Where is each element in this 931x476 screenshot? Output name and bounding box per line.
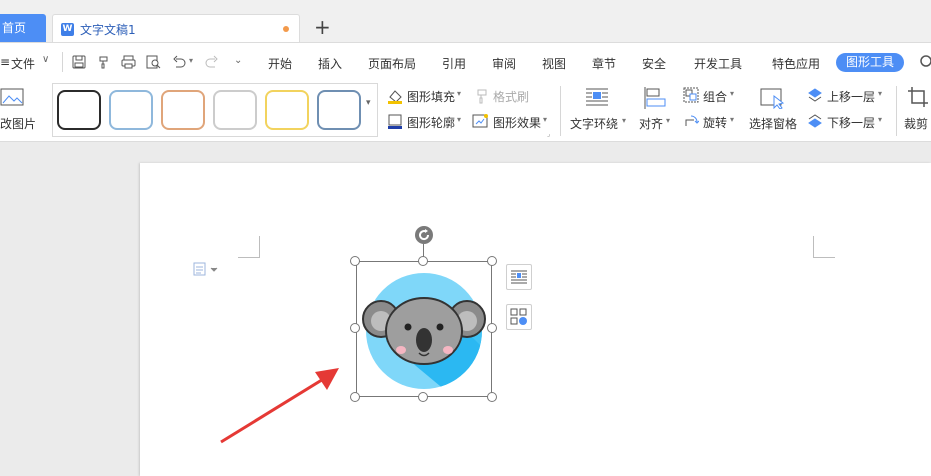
menu-view[interactable]: 视图: [542, 55, 566, 72]
red-arrow-annotation: [220, 368, 339, 444]
text-wrap-icon[interactable]: [585, 86, 609, 108]
divider: [62, 52, 63, 72]
tab-bar: 首页 W 文字文稿1 +: [0, 0, 931, 42]
shape-outline-dropdown-icon[interactable]: ▾: [457, 115, 461, 124]
shape-style-1[interactable]: [57, 90, 101, 130]
wps-writer-icon: W: [61, 23, 74, 36]
text-wrap-icon: [511, 270, 527, 284]
shape-effect-icon[interactable]: [472, 113, 490, 129]
resize-handle-top-right[interactable]: [487, 256, 497, 266]
align-icon[interactable]: [643, 86, 667, 110]
margin-corner-top-left: [238, 236, 260, 258]
save-icon[interactable]: [72, 55, 86, 69]
resize-handle-left[interactable]: [350, 323, 360, 333]
tab-document[interactable]: W 文字文稿1: [52, 14, 300, 42]
selection-frame[interactable]: [356, 261, 492, 397]
resize-handle-bottom-right[interactable]: [487, 392, 497, 402]
new-tab-button[interactable]: +: [314, 16, 331, 38]
rotate-button[interactable]: 旋转: [703, 114, 727, 131]
resize-handle-right[interactable]: [487, 323, 497, 333]
menu-insert[interactable]: 插入: [318, 55, 342, 72]
rotate-icon[interactable]: [683, 113, 699, 129]
menu-developer-tools[interactable]: 开发工具: [694, 55, 742, 72]
margin-corner-top-right: [813, 236, 835, 258]
text-wrap-button[interactable]: 文字环绕: [570, 115, 618, 132]
change-picture-icon[interactable]: [0, 86, 26, 108]
print-icon[interactable]: [121, 55, 136, 69]
shape-effect-button[interactable]: 图形效果: [493, 114, 541, 131]
menu-page-layout[interactable]: 页面布局: [368, 55, 416, 72]
group-dropdown-icon[interactable]: ▾: [730, 89, 734, 98]
menu-shape-tools[interactable]: 图形工具: [836, 53, 904, 72]
shape-style-gallery: [52, 83, 378, 137]
send-backward-button[interactable]: 下移一层: [827, 114, 875, 131]
bring-forward-button[interactable]: 上移一层: [827, 88, 875, 105]
print-preview-icon[interactable]: [146, 55, 161, 69]
align-dropdown-icon[interactable]: ▾: [666, 116, 670, 125]
crop-button[interactable]: 裁剪: [904, 115, 928, 132]
file-menu[interactable]: 文件: [11, 55, 35, 72]
align-button[interactable]: 对齐: [639, 115, 663, 132]
bring-forward-icon[interactable]: [807, 87, 823, 103]
customize-toolbar-icon[interactable]: ⌄: [234, 55, 242, 66]
gallery-expand-icon[interactable]: ▾: [366, 98, 371, 108]
more-options-button[interactable]: [506, 304, 532, 330]
menu-special-apps[interactable]: 特色应用: [772, 55, 820, 72]
shape-outline-icon[interactable]: [387, 113, 403, 129]
image-tools-icon: [510, 308, 527, 325]
bring-forward-dropdown-icon[interactable]: ▾: [878, 89, 882, 98]
redo-icon[interactable]: [205, 55, 219, 69]
resize-handle-bottom-left[interactable]: [350, 392, 360, 402]
resize-handle-bottom[interactable]: [418, 392, 428, 402]
tab-home[interactable]: 首页: [0, 14, 46, 42]
shape-effect-dropdown-icon[interactable]: ▾: [543, 115, 547, 124]
menu-security[interactable]: 安全: [642, 55, 666, 72]
selection-pane-icon[interactable]: [760, 87, 786, 109]
ribbon-toolbar: 改图片 ▾ 图形填充 ▾ 格式刷 图形轮廓 ▾ 图形效果 ▾ ⌟ 文字环绕 ▾ …: [0, 80, 931, 142]
change-picture-button[interactable]: 改图片: [0, 115, 36, 132]
paragraph-layout-icon[interactable]: [193, 262, 219, 276]
unsaved-dot-icon: [283, 26, 289, 32]
rotate-handle-icon[interactable]: [414, 225, 434, 245]
shape-fill-icon[interactable]: [387, 88, 403, 104]
shape-style-2[interactable]: [109, 90, 153, 130]
crop-icon[interactable]: [907, 86, 929, 108]
hamburger-icon[interactable]: ≡: [0, 55, 10, 69]
group-icon[interactable]: [683, 87, 699, 103]
shape-outline-button[interactable]: 图形轮廓: [407, 114, 455, 131]
undo-icon[interactable]: [172, 55, 186, 69]
undo-dropdown-icon[interactable]: ▾: [189, 56, 193, 65]
shape-style-6[interactable]: [317, 90, 361, 130]
shape-style-4[interactable]: [213, 90, 257, 130]
format-painter-icon[interactable]: [97, 55, 111, 69]
group-launcher-icon[interactable]: ⌟: [547, 130, 550, 138]
layout-options-button[interactable]: [506, 264, 532, 290]
divider: [560, 86, 561, 136]
format-brush-button[interactable]: 格式刷: [493, 88, 529, 105]
resize-handle-top[interactable]: [418, 256, 428, 266]
search-icon[interactable]: [920, 55, 931, 69]
menu-references[interactable]: 引用: [442, 55, 466, 72]
rotate-dropdown-icon[interactable]: ▾: [730, 115, 734, 124]
shape-fill-button[interactable]: 图形填充: [407, 88, 455, 105]
divider: [896, 86, 897, 136]
tab-document-title: 文字文稿1: [80, 23, 136, 37]
menu-bar: ≡ 文件 ∨ ▾ ⌄ 开始 插入 页面布局 引用 审阅 视图 章节 安全 开发工…: [0, 42, 931, 80]
shape-style-5[interactable]: [265, 90, 309, 130]
text-wrap-dropdown-icon[interactable]: ▾: [622, 116, 626, 125]
send-backward-icon[interactable]: [807, 113, 823, 129]
resize-handle-top-left[interactable]: [350, 256, 360, 266]
menu-chapter[interactable]: 章节: [592, 55, 616, 72]
format-brush-icon: [477, 89, 487, 104]
send-backward-dropdown-icon[interactable]: ▾: [878, 115, 882, 124]
selection-pane-button[interactable]: 选择窗格: [749, 115, 797, 132]
group-button[interactable]: 组合: [703, 88, 727, 105]
shape-style-3[interactable]: [161, 90, 205, 130]
menu-review[interactable]: 审阅: [492, 55, 516, 72]
chevron-down-icon[interactable]: ∨: [42, 54, 49, 65]
menu-start[interactable]: 开始: [268, 55, 292, 72]
shape-fill-dropdown-icon[interactable]: ▾: [457, 89, 461, 98]
